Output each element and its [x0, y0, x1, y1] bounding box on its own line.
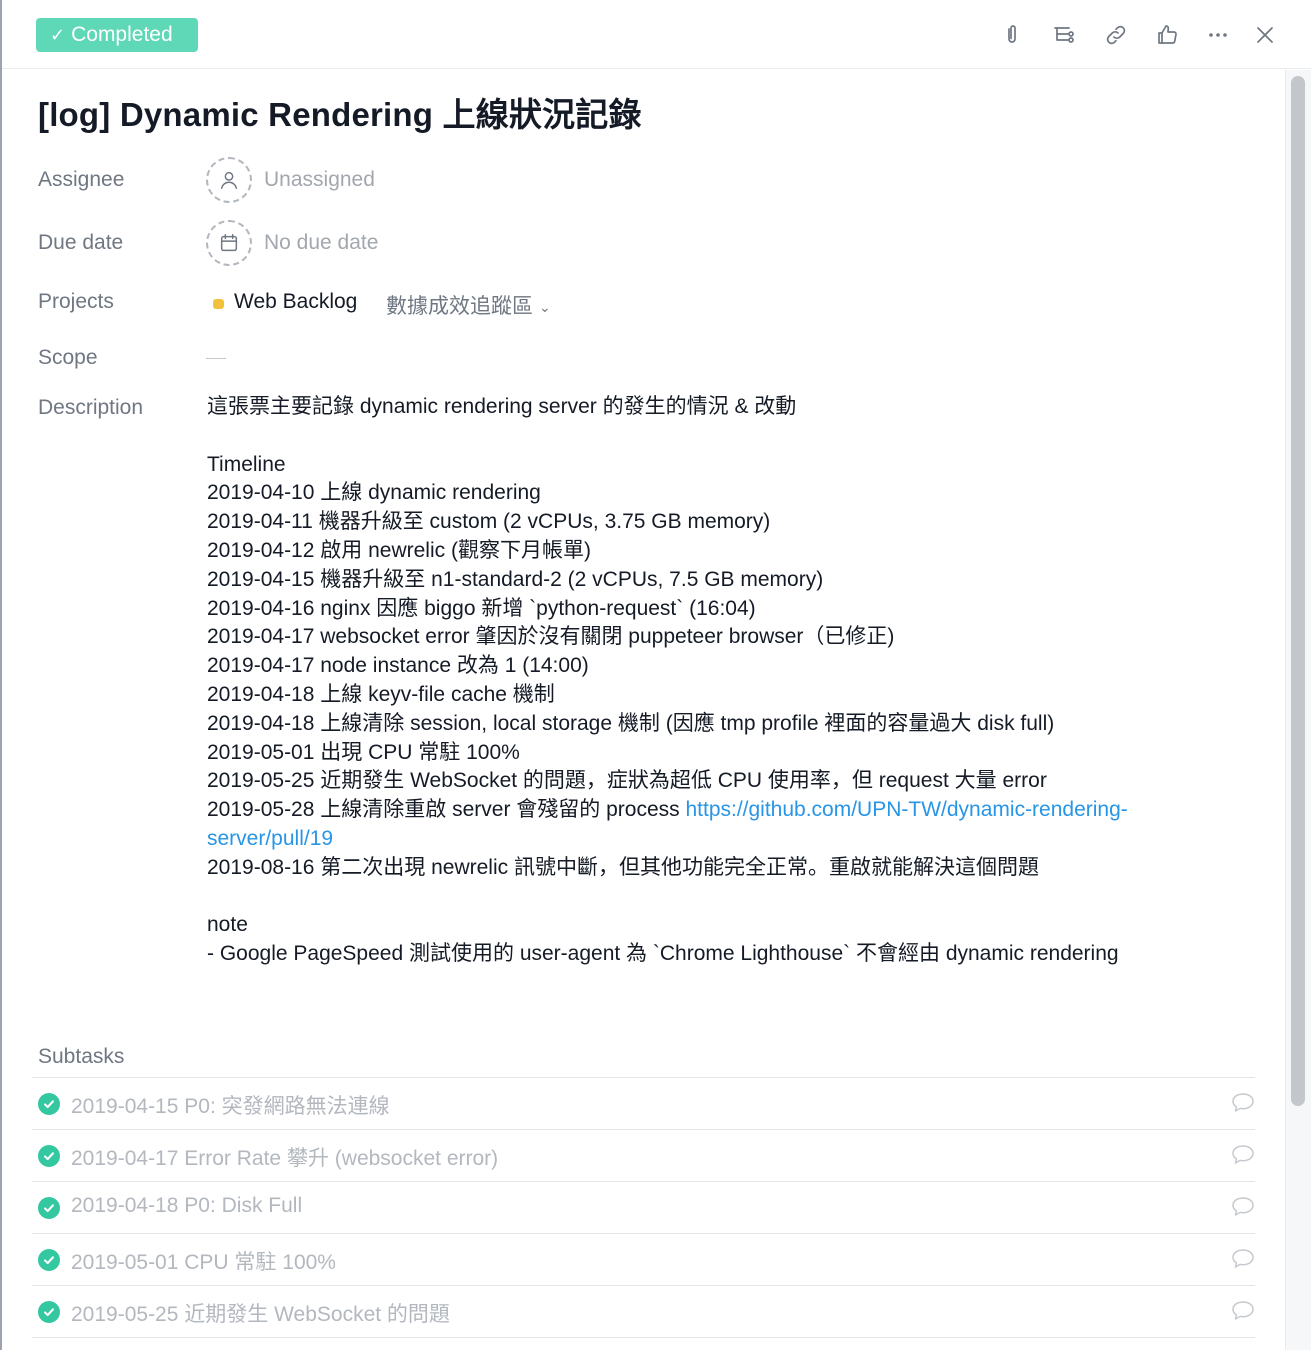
- due-date-label: Due date: [38, 231, 124, 254]
- timeline-entry: 2019-04-12 啟用 newrelic (觀察下月帳單): [207, 538, 591, 562]
- subtasks-label: Subtasks: [38, 1045, 125, 1068]
- close-button[interactable]: [1248, 18, 1282, 52]
- comment-icon[interactable]: [1231, 1092, 1255, 1114]
- timeline-entry: 2019-04-18 上線 keyv-file cache 機制: [207, 682, 555, 706]
- assignee-avatar-button[interactable]: [206, 157, 252, 203]
- timeline-entry: 2019-05-25 近期發生 WebSocket 的問題，症狀為超低 CPU …: [207, 769, 1047, 793]
- attachment-button[interactable]: [995, 18, 1029, 52]
- note-line: - Google PageSpeed 測試使用的 user-agent 為 `C…: [207, 942, 1119, 966]
- timeline-entry: 2019-05-01 出現 CPU 常駐 100%: [207, 740, 520, 764]
- subtask-row[interactable]: 2019-04-15 P0: 突發網路無法連線: [32, 1078, 1255, 1130]
- project-section-dropdown[interactable]: 數據成效追蹤區 ⌄: [386, 290, 551, 320]
- description-label: Description: [38, 396, 144, 419]
- due-date-value[interactable]: No due date: [264, 231, 378, 255]
- timeline-entry: 2019-04-10 上線 dynamic rendering: [207, 481, 541, 505]
- scrollbar-thumb[interactable]: [1291, 76, 1305, 1106]
- scope-label: Scope: [38, 346, 98, 369]
- project-link[interactable]: Web Backlog: [234, 290, 357, 314]
- paperclip-icon: [1008, 25, 1016, 43]
- scope-empty-value[interactable]: [206, 358, 226, 359]
- more-actions-button[interactable]: [1201, 18, 1235, 52]
- subtask-row[interactable]: 2019-05-01 CPU 常駐 100%: [32, 1234, 1255, 1286]
- timeline-entry: 2019-04-18 上線清除 session, local storage 機…: [207, 711, 1055, 735]
- description-intro: 這張票主要記錄 dynamic rendering server 的發生的情況 …: [207, 395, 797, 418]
- close-icon: [1257, 27, 1273, 43]
- note-heading: note: [207, 913, 248, 937]
- chevron-down-icon: ⌄: [539, 298, 551, 315]
- timeline-entry: 2019-04-17 node instance 改為 1 (14:00): [207, 654, 589, 678]
- assignee-label: Assignee: [38, 168, 125, 191]
- completed-check-icon[interactable]: [38, 1249, 60, 1271]
- thumbs-up-icon: [1158, 25, 1177, 44]
- timeline-link-prefix: 2019-05-28 上線清除重啟 server 會殘留的 process: [207, 798, 686, 822]
- subtask-name: 2019-05-25 近期發生 WebSocket 的問題: [71, 1303, 450, 1326]
- subtask-name: 2019-04-15 P0: 突發網路無法連線: [71, 1095, 390, 1118]
- completed-check-icon[interactable]: [38, 1197, 60, 1219]
- description-editor[interactable]: 這張票主要記錄 dynamic rendering server 的發生的情況 …: [207, 393, 1237, 969]
- completed-button[interactable]: ✓ Completed: [36, 18, 198, 52]
- link-icon: [1106, 25, 1126, 45]
- calendar-icon: [220, 234, 238, 252]
- timeline-entry: 2019-04-11 機器升級至 custom (2 vCPUs, 3.75 G…: [207, 510, 771, 534]
- task-title[interactable]: [log] Dynamic Rendering 上線狀況記錄: [38, 88, 642, 136]
- subtask-name: 2019-05-01 CPU 常駐 100%: [71, 1251, 336, 1274]
- assignee-value[interactable]: Unassigned: [264, 168, 375, 192]
- timeline-entry-with-link: 2019-05-28 上線清除重啟 server 會殘留的 process ht…: [207, 796, 1237, 854]
- project-section-label: 數據成效追蹤區: [386, 295, 533, 318]
- timeline-heading: Timeline: [207, 452, 286, 476]
- person-icon: [220, 171, 238, 189]
- more-icon: [1209, 33, 1227, 37]
- timeline-entry: 2019-04-17 websocket error 肇因於沒有關閉 puppe…: [207, 625, 895, 649]
- copy-link-button[interactable]: [1099, 18, 1133, 52]
- like-button[interactable]: [1150, 18, 1184, 52]
- timeline-entry: 2019-04-16 nginx 因應 biggo 新增 `python-req…: [207, 596, 756, 620]
- task-detail-panel: ✓ Completed [log] Dynamic Rendering 上線狀況…: [0, 0, 1311, 1350]
- subtask-row[interactable]: 2019-04-18 P0: Disk Full: [32, 1182, 1255, 1234]
- completed-check-icon[interactable]: [38, 1145, 60, 1167]
- subtask-name: 2019-04-17 Error Rate 攀升 (websocket erro…: [71, 1147, 499, 1170]
- projects-label: Projects: [38, 290, 114, 313]
- subtask-icon: [1054, 27, 1074, 43]
- completed-check-icon[interactable]: [38, 1093, 60, 1115]
- timeline-entry: 2019-08-16 第二次出現 newrelic 訊號中斷，但其他功能完全正常…: [207, 855, 1039, 879]
- subtask-list: 2019-04-15 P0: 突發網路無法連線 2019-04-17 Error…: [32, 1077, 1255, 1338]
- completed-label: Completed: [71, 23, 173, 46]
- add-subtask-button[interactable]: [1047, 18, 1081, 52]
- comment-icon[interactable]: [1231, 1300, 1255, 1322]
- comment-icon[interactable]: [1231, 1196, 1255, 1218]
- task-toolbar: ✓ Completed: [2, 0, 1311, 69]
- completed-check-icon[interactable]: [38, 1301, 60, 1323]
- comment-icon[interactable]: [1231, 1248, 1255, 1270]
- subtask-name: 2019-04-18 P0: Disk Full: [71, 1194, 303, 1217]
- subtask-row[interactable]: 2019-05-25 近期發生 WebSocket 的問題: [32, 1286, 1255, 1338]
- check-icon: ✓: [50, 25, 66, 45]
- subtask-row[interactable]: 2019-04-17 Error Rate 攀升 (websocket erro…: [32, 1130, 1255, 1182]
- due-date-button[interactable]: [206, 220, 252, 266]
- project-color-dot: [213, 299, 224, 309]
- comment-icon[interactable]: [1231, 1144, 1255, 1166]
- timeline-entry: 2019-04-15 機器升級至 n1-standard-2 (2 vCPUs,…: [207, 567, 824, 591]
